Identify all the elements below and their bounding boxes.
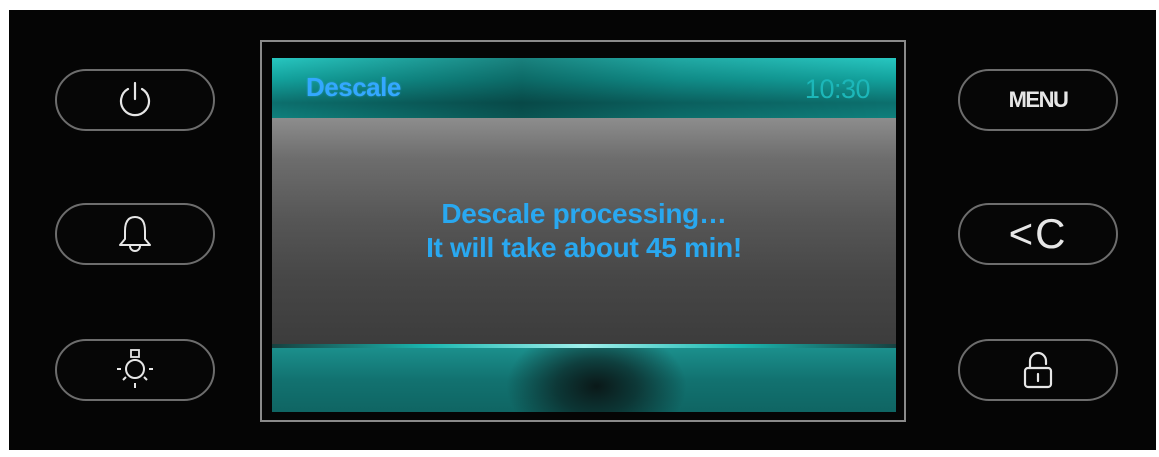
screen-title: Descale xyxy=(306,72,401,102)
display-screen: Descale 10:30 Descale processing… It wil… xyxy=(272,58,896,412)
back-clear-label: <C xyxy=(1008,210,1068,257)
padlock-icon xyxy=(1023,351,1053,389)
status-message-line-2: It will take about 45 min! xyxy=(426,232,742,263)
power-icon xyxy=(119,81,151,117)
status-message-line-1: Descale processing… xyxy=(441,198,727,229)
power-button[interactable] xyxy=(55,69,215,131)
clock-time: 10:30 xyxy=(804,74,871,104)
light-button[interactable] xyxy=(55,339,215,401)
back-clear-button[interactable]: <C xyxy=(958,203,1118,265)
message-area: Descale processing… It will take about 4… xyxy=(272,118,896,344)
alarm-button[interactable] xyxy=(55,203,215,265)
menu-button-label: MENU xyxy=(1008,87,1069,112)
menu-button[interactable]: MENU xyxy=(958,69,1118,131)
title-bar: Descale 10:30 xyxy=(272,58,896,118)
bell-icon xyxy=(119,216,151,252)
light-bulb-icon xyxy=(117,349,153,388)
lock-button[interactable] xyxy=(958,339,1118,401)
footer-bar xyxy=(272,348,896,412)
